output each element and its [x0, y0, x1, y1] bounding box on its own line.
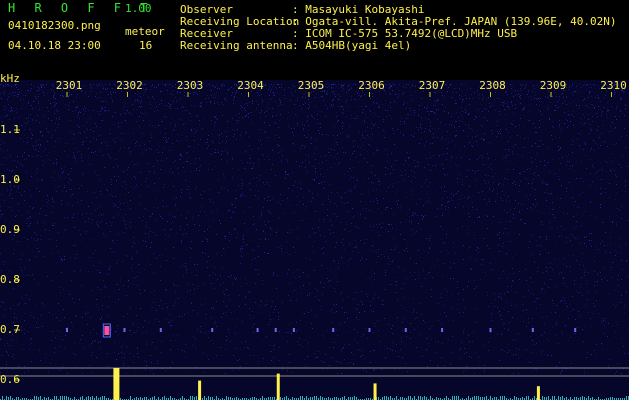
x-tick-label: 2307	[418, 79, 446, 92]
y-tick-label: 0.6	[0, 373, 20, 386]
meteor-echo	[531, 328, 534, 332]
histogram-peak	[276, 373, 280, 400]
histogram-peak	[536, 386, 540, 400]
x-tick-label: 2303	[176, 79, 204, 92]
x-tick-label: 2308	[479, 79, 506, 92]
plot-background	[0, 80, 629, 400]
info-header: H R O F F T 1.00 0410182300.png 04.10.18…	[0, 0, 629, 72]
meteor-echo	[368, 328, 371, 332]
observation-datetime: 04.10.18 23:00	[8, 39, 101, 52]
x-tick-label: 2304	[237, 79, 264, 92]
meteor-echo	[441, 328, 444, 332]
y-tick-label: 0.8	[0, 273, 20, 286]
spectrogram-plot	[0, 80, 629, 400]
meteor-echo	[211, 328, 214, 332]
meteor-echo	[256, 328, 259, 332]
meteor-echo	[66, 328, 68, 332]
y-axis-unit: kHz	[0, 72, 20, 85]
x-tick-label: 2310	[600, 79, 627, 92]
x-tick-label: 2302	[116, 79, 143, 92]
meteor-echo	[274, 328, 277, 332]
meteor-echo	[574, 328, 577, 332]
antenna-value: : A504HB(yagi 4el)	[292, 39, 412, 52]
y-tick-label: 0.9	[0, 223, 20, 236]
histogram-peak	[373, 383, 377, 400]
file-name: 0410182300.png	[8, 19, 101, 32]
y-tick-label: 1.1	[0, 123, 20, 136]
app-version: 1.00	[125, 2, 152, 15]
x-tick-label: 2306	[358, 79, 385, 92]
x-tick-label: 2301	[55, 79, 83, 92]
meteor-label: meteor	[125, 25, 165, 38]
meteor-echo	[404, 328, 407, 332]
meteor-echo	[292, 328, 295, 332]
x-tick-label: 2305	[297, 79, 325, 92]
meteor-echo	[332, 328, 335, 332]
x-tick-label: 2309	[539, 79, 567, 92]
meteor-echo	[159, 328, 162, 332]
antenna-label: Receiving antenna	[180, 39, 293, 52]
meteor-echo	[123, 328, 126, 332]
meteor-echo	[489, 328, 492, 332]
meteor-count: 16	[139, 39, 153, 52]
y-tick-label: 1.0	[0, 173, 20, 186]
histogram-peak	[198, 380, 202, 400]
histogram-peak	[113, 368, 120, 400]
y-tick-label: 0.7	[0, 323, 20, 336]
